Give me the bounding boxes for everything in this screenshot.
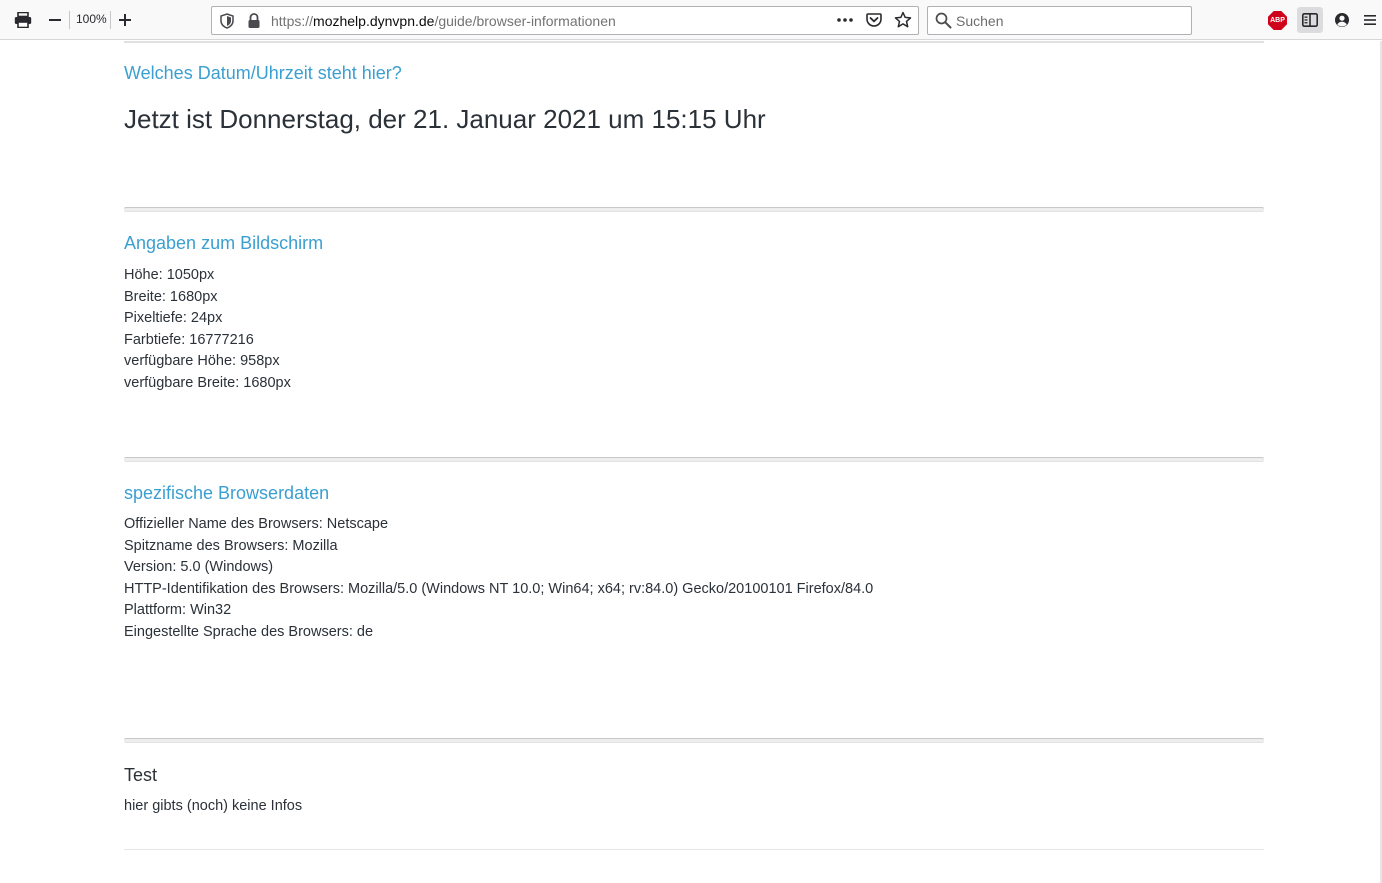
page-actions-button[interactable] (836, 12, 854, 33)
url-host: mozhelp.dynvpn.de (313, 13, 435, 29)
zoom-in-button[interactable] (112, 7, 138, 33)
zoom-reset-button[interactable]: 100% (76, 12, 107, 26)
browser-data-line: Spitzname des Browsers: Mozilla (124, 537, 338, 554)
hamburger-menu-icon (1364, 15, 1376, 25)
screen-info-line: Höhe: 1050px (124, 267, 215, 283)
pocket-button[interactable] (866, 12, 882, 33)
more-dots-icon (837, 18, 853, 22)
zoom-out-button[interactable] (42, 7, 68, 33)
sidebar-icon (1302, 13, 1318, 27)
test-heading: Test (124, 765, 158, 785)
url-text[interactable]: https://mozhelp.dynvpn.de/guide/browser-… (271, 13, 616, 29)
test-text: hier gibts (noch) keine Infos (124, 798, 303, 814)
section-divider (124, 41, 1264, 43)
screen-info-line: verfügbare Höhe: 958px (124, 353, 280, 369)
section-divider (124, 207, 1264, 212)
tracking-protection-icon[interactable] (220, 13, 234, 34)
browser-data-line: Plattform: Win32 (124, 602, 232, 618)
screen-info-line: Pixeltiefe: 24px (124, 310, 223, 326)
browser-data-line: Eingestellte Sprache des Browsers: de (124, 623, 374, 640)
browser-data-heading: spezifische Browserdaten (124, 483, 330, 503)
section-divider (124, 738, 1264, 743)
screen-info-line: Breite: 1680px (124, 288, 218, 305)
screen-info-line: Farbtiefe: 16777216 (124, 331, 254, 348)
search-bar[interactable] (927, 6, 1192, 35)
adblock-plus-button[interactable]: ABP (1268, 11, 1287, 30)
browser-data-line: HTTP-Identifikation des Browsers: Mozill… (124, 580, 874, 597)
screen-info-list: Höhe: 1050px Breite: 1680px Pixeltiefe: … (124, 265, 291, 394)
browser-data-list: Offizieller Name des Browsers: Netscape … (124, 514, 873, 643)
account-button[interactable] (1329, 7, 1355, 33)
section-divider (124, 457, 1264, 462)
search-icon (935, 12, 952, 34)
url-scheme: https:// (271, 13, 314, 29)
browser-toolbar: 100% https://mozhelp.dynvpn.de/guide/bro… (0, 0, 1382, 40)
search-input[interactable] (956, 11, 1181, 30)
screen-heading: Angaben zum Bildschirm (124, 233, 324, 253)
reader-sidebar-button[interactable] (1297, 7, 1323, 33)
pocket-icon (866, 13, 882, 27)
screen-info-line: verfügbare Breite: 1680px (124, 374, 291, 391)
browser-data-line: Offizieller Name des Browsers: Netscape (124, 516, 389, 532)
app-menu-button[interactable] (1360, 7, 1380, 33)
toolbar-separator (69, 11, 70, 29)
minus-icon (49, 19, 61, 21)
bookmark-star-button[interactable] (894, 11, 912, 34)
star-icon (894, 11, 912, 28)
browser-data-line: Version: 5.0 (Windows) (124, 559, 274, 575)
print-button[interactable] (10, 7, 36, 33)
datetime-heading: Welches Datum/Uhrzeit steht hier? (124, 63, 402, 83)
toolbar-separator (110, 11, 111, 29)
plus-icon (119, 14, 131, 26)
url-bar[interactable]: https://mozhelp.dynvpn.de/guide/browser-… (211, 6, 919, 35)
lock-icon[interactable] (247, 13, 261, 34)
printer-icon (14, 12, 32, 28)
datetime-statement: Jetzt ist Donnerstag, der 21. Januar 202… (124, 104, 766, 134)
bottom-divider (124, 849, 1264, 850)
url-path: /guide/browser-informationen (434, 13, 616, 29)
account-icon (1335, 13, 1349, 27)
